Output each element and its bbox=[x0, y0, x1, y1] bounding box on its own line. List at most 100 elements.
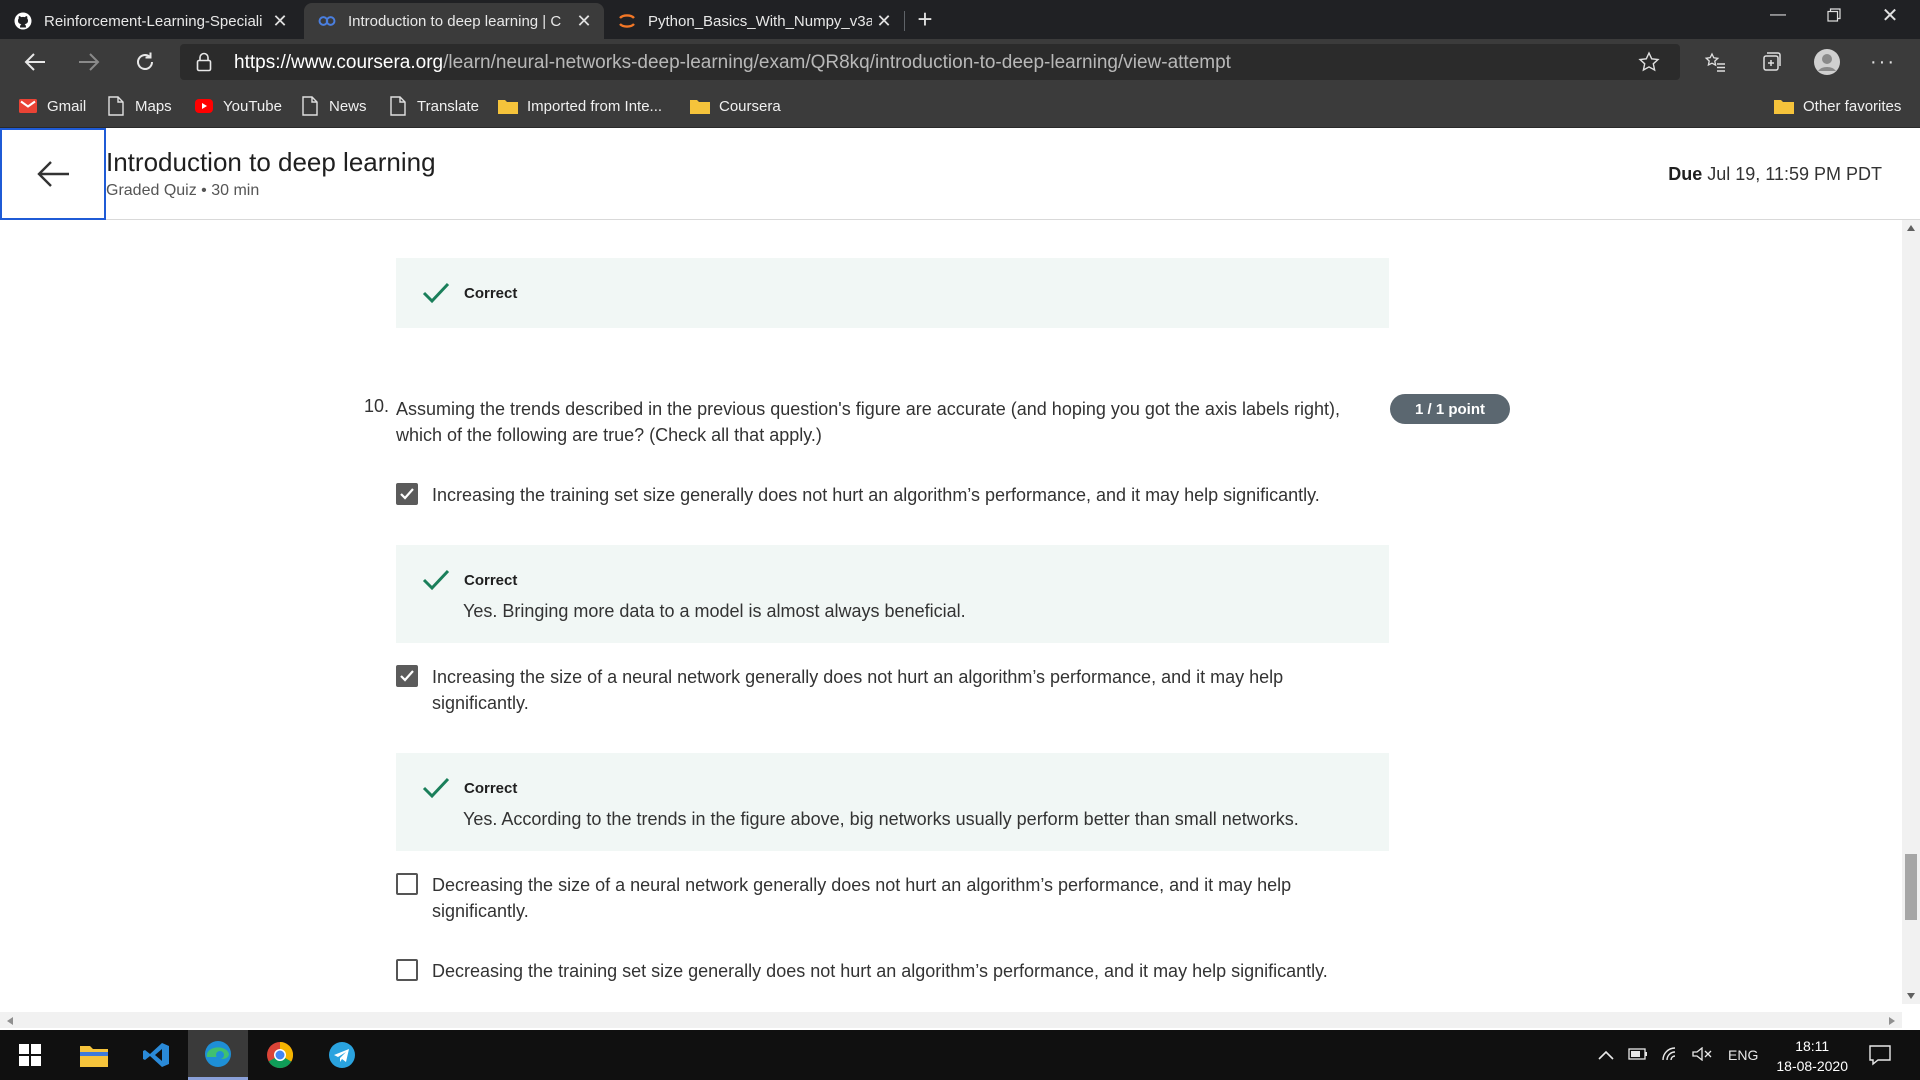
windows-start-icon[interactable] bbox=[0, 1030, 60, 1080]
chevron-up-icon[interactable] bbox=[1598, 1047, 1614, 1063]
close-icon[interactable]: ✕ bbox=[572, 9, 596, 33]
bookmark-label: Other favorites bbox=[1803, 97, 1902, 115]
system-tray: ENG bbox=[1598, 1030, 1758, 1080]
checkbox-checked[interactable] bbox=[396, 665, 418, 687]
bookmark-imported[interactable]: Imported from Inte... bbox=[498, 94, 662, 118]
checkmark-icon bbox=[422, 282, 450, 304]
favorite-star-icon[interactable] bbox=[1638, 51, 1660, 78]
feedback-header: Correct bbox=[422, 569, 517, 591]
checkbox-unchecked[interactable] bbox=[396, 873, 418, 895]
bookmark-label: Gmail bbox=[47, 97, 87, 115]
page-content: Introduction to deep learning Graded Qui… bbox=[0, 128, 1920, 1028]
option-text: Increasing the training set size general… bbox=[432, 485, 1320, 505]
option-text: Increasing the size of a neural network … bbox=[432, 667, 1284, 713]
horizontal-scrollbar[interactable] bbox=[0, 1012, 1902, 1028]
tab-title: Python_Basics_With_Numpy_v3a bbox=[648, 12, 872, 30]
refresh-icon[interactable] bbox=[128, 45, 162, 79]
page-icon bbox=[300, 96, 320, 116]
tab-intro-deep-learning[interactable]: Introduction to deep learning | C ✕ bbox=[304, 3, 604, 39]
scroll-right-icon[interactable] bbox=[1888, 1016, 1896, 1026]
checkmark-icon bbox=[400, 670, 414, 682]
feedback-label: Correct bbox=[464, 571, 518, 589]
new-tab-button[interactable]: + bbox=[912, 6, 938, 33]
file-explorer-icon[interactable] bbox=[64, 1030, 124, 1080]
folder-icon bbox=[1774, 96, 1794, 116]
bookmark-youtube[interactable]: YouTube bbox=[194, 94, 282, 118]
bookmark-label: Coursera bbox=[719, 97, 781, 115]
page-icon bbox=[106, 96, 126, 116]
tab-reinforcement-learning[interactable]: Reinforcement-Learning-Speciali ✕ bbox=[0, 3, 300, 39]
jupyter-icon bbox=[618, 12, 636, 30]
github-icon bbox=[14, 12, 32, 30]
url-field[interactable]: https://www.coursera.org/learn/neural-ne… bbox=[180, 44, 1680, 80]
due-value: Jul 19, 11:59 PM PDT bbox=[1707, 164, 1882, 184]
coursera-icon bbox=[318, 12, 336, 30]
more-options-icon[interactable]: ··· bbox=[1866, 45, 1900, 79]
url-host: www.coursera.org bbox=[291, 52, 444, 73]
arrow-left-icon bbox=[37, 161, 69, 187]
checkbox-checked[interactable] bbox=[396, 483, 418, 505]
scroll-up-icon[interactable] bbox=[1906, 224, 1916, 232]
scrollbar-thumb[interactable] bbox=[1905, 854, 1917, 920]
wifi-icon[interactable] bbox=[1662, 1046, 1680, 1064]
bookmark-maps[interactable]: Maps bbox=[106, 94, 172, 118]
chrome-icon[interactable] bbox=[250, 1030, 310, 1080]
restore-icon[interactable] bbox=[1806, 0, 1862, 30]
scroll-down-icon[interactable] bbox=[1906, 992, 1916, 1000]
folder-icon bbox=[498, 96, 518, 116]
bookmark-translate[interactable]: Translate bbox=[388, 94, 479, 118]
lock-icon bbox=[196, 52, 212, 77]
favorites-list-icon[interactable] bbox=[1698, 45, 1732, 79]
bookmarks-bar: Gmail Maps YouTube News Translate Import… bbox=[0, 84, 1920, 128]
window-close-icon[interactable]: ✕ bbox=[1862, 0, 1918, 30]
bookmark-gmail[interactable]: Gmail bbox=[18, 94, 86, 118]
quiz-subtitle: Graded Quiz • 30 min bbox=[106, 182, 260, 199]
feedback-label: Correct bbox=[464, 779, 518, 797]
vscode-icon[interactable] bbox=[126, 1030, 186, 1080]
url-prefix: https:// bbox=[234, 52, 292, 73]
language-indicator[interactable]: ENG bbox=[1728, 1047, 1758, 1063]
back-button[interactable] bbox=[0, 128, 106, 220]
scroll-left-icon[interactable] bbox=[6, 1016, 14, 1026]
clock-time: 18:11 bbox=[1795, 1038, 1830, 1054]
windows-taskbar: ENG 18:11 18-08-2020 bbox=[0, 1030, 1920, 1080]
collections-icon[interactable] bbox=[1754, 45, 1788, 79]
answer-feedback: Correct Yes. According to the trends in … bbox=[396, 753, 1389, 851]
tab-title: Reinforcement-Learning-Speciali bbox=[44, 12, 263, 30]
url-text: https://www.coursera.org/learn/neural-ne… bbox=[234, 52, 1231, 74]
due-label: Due bbox=[1668, 164, 1703, 184]
bookmark-news[interactable]: News bbox=[300, 94, 367, 118]
tab-title: Introduction to deep learning | C bbox=[348, 12, 562, 30]
answer-feedback: Correct Yes. Bringing more data to a mod… bbox=[396, 545, 1389, 643]
bookmark-other-favorites[interactable]: Other favorites bbox=[1774, 94, 1901, 118]
notifications-icon[interactable] bbox=[1850, 1030, 1910, 1080]
bookmark-label: YouTube bbox=[223, 97, 282, 115]
bookmark-coursera[interactable]: Coursera bbox=[690, 94, 781, 118]
taskbar-clock[interactable]: 18:11 18-08-2020 bbox=[1776, 1036, 1848, 1076]
telegram-icon[interactable] bbox=[312, 1030, 372, 1080]
option-text: Decreasing the training set size general… bbox=[432, 961, 1328, 981]
feedback-header: Correct bbox=[422, 777, 517, 799]
checkbox-unchecked[interactable] bbox=[396, 959, 418, 981]
bookmark-label: Maps bbox=[135, 97, 172, 115]
forward-arrow-icon[interactable] bbox=[72, 45, 106, 79]
quiz-header: Introduction to deep learning Graded Qui… bbox=[0, 128, 1920, 220]
gmail-icon bbox=[18, 96, 38, 116]
tab-separator bbox=[904, 11, 905, 31]
back-arrow-icon[interactable] bbox=[18, 45, 52, 79]
points-badge: 1 / 1 point bbox=[1390, 394, 1510, 424]
bookmark-label: Translate bbox=[417, 97, 479, 115]
due-date: Due Jul 19, 11:59 PM PDT bbox=[1668, 164, 1882, 185]
close-icon[interactable]: ✕ bbox=[268, 9, 292, 33]
tab-python-basics[interactable]: Python_Basics_With_Numpy_v3a ✕ bbox=[604, 3, 904, 39]
edge-icon[interactable] bbox=[188, 1030, 248, 1080]
checkmark-icon bbox=[422, 777, 450, 799]
vertical-scrollbar[interactable] bbox=[1902, 220, 1920, 1004]
close-icon[interactable]: ✕ bbox=[872, 9, 896, 33]
feedback-label: Correct bbox=[464, 284, 518, 302]
minimize-icon[interactable]: — bbox=[1750, 0, 1806, 30]
battery-icon[interactable] bbox=[1628, 1047, 1648, 1063]
volume-muted-icon[interactable] bbox=[1692, 1046, 1712, 1064]
folder-icon bbox=[690, 96, 710, 116]
profile-avatar-icon[interactable] bbox=[1810, 45, 1844, 79]
